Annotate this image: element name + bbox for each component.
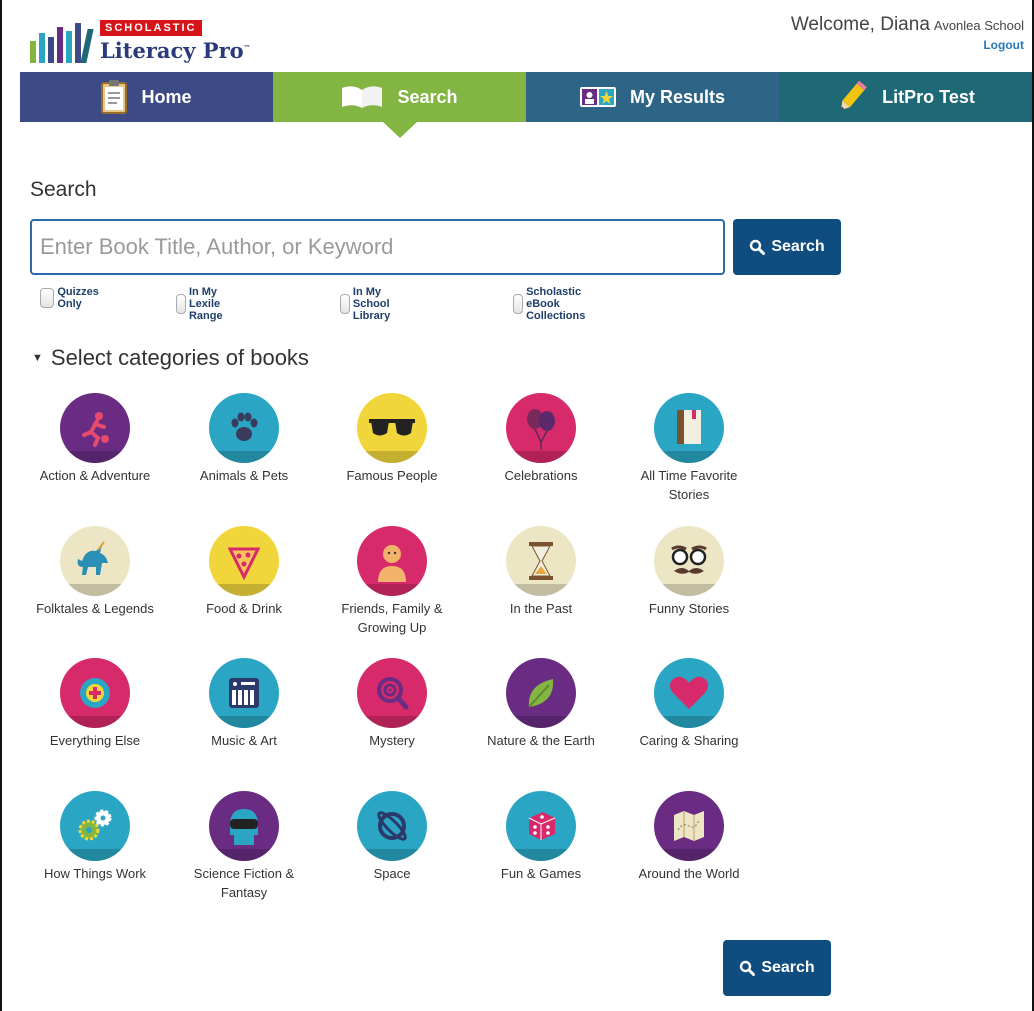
category-in-the-past[interactable]: In the Past [471, 526, 611, 618]
category-mystery[interactable]: Mystery [322, 658, 462, 750]
search-icon [739, 960, 756, 976]
planet-icon [357, 791, 427, 861]
pencil-icon [836, 80, 868, 114]
tab-my-results[interactable]: My Results [526, 72, 779, 122]
search-button-bottom[interactable]: Search [723, 940, 831, 996]
filter-lexile-range[interactable]: In My Lexile Range [176, 286, 233, 322]
results-icon [579, 87, 616, 107]
category-science-fiction-fantasy[interactable]: Science Fiction & Fantasy [174, 791, 314, 902]
category-how-things-work[interactable]: How Things Work [25, 791, 165, 883]
category-animals-pets[interactable]: Animals & Pets [174, 393, 314, 485]
search-heading: Search [30, 178, 97, 201]
category-music-art[interactable]: Music & Art [174, 658, 314, 750]
tab-home[interactable]: Home [20, 72, 273, 122]
window-border-left [0, 0, 2, 1011]
tab-search-label: Search [397, 86, 458, 107]
category-famous-people[interactable]: Famous People [322, 393, 462, 485]
clipboard-icon [101, 80, 128, 114]
hourglass-icon [506, 526, 576, 596]
category-everything-else[interactable]: Everything Else [25, 658, 165, 750]
paw-print-icon [209, 393, 279, 463]
welcome-text: Welcome, Diana [790, 14, 930, 35]
book-icon [654, 393, 724, 463]
sunglasses-icon [357, 393, 427, 463]
checkbox[interactable] [513, 294, 524, 314]
category-action-adventure[interactable]: Action & Adventure [25, 393, 165, 485]
search-button-bottom-label: Search [761, 959, 815, 976]
filter-school-library[interactable]: In My School Library [340, 286, 400, 322]
category-nature-earth[interactable]: Nature & the Earth [471, 658, 611, 750]
search-button-label: Search [771, 238, 825, 255]
plus-target-icon [60, 658, 130, 728]
category-celebrations[interactable]: Celebrations [471, 393, 611, 485]
glasses-mustache-icon [654, 526, 724, 596]
filter-ebook-collections[interactable]: Scholastic eBook Collections [513, 286, 595, 322]
user-info: Welcome, Diana Avonlea School Logout [791, 14, 1024, 52]
category-folktales-legends[interactable]: Folktales & Legends [25, 526, 165, 618]
balloons-icon [506, 393, 576, 463]
header: SCHOLASTIC Literacy Pro™ Welcome, Diana A… [20, 0, 1032, 72]
category-all-time-favorite-stories[interactable]: All Time Favorite Stories [619, 393, 759, 504]
tab-litpro-test[interactable]: LitPro Test [779, 72, 1032, 122]
open-book-icon [341, 85, 383, 109]
category-caring-sharing[interactable]: Caring & Sharing [619, 658, 759, 750]
logout-link[interactable]: Logout [791, 38, 1024, 52]
filter-quizzes-only[interactable]: Quizzes Only [40, 286, 105, 310]
unicorn-icon [60, 526, 130, 596]
dice-icon [506, 791, 576, 861]
category-friends-family[interactable]: Friends, Family & Growing Up [322, 526, 462, 637]
running-figure-icon [60, 393, 130, 463]
map-icon [654, 791, 724, 861]
category-fun-games[interactable]: Fun & Games [471, 791, 611, 883]
tab-my-results-label: My Results [629, 86, 726, 107]
category-space[interactable]: Space [322, 791, 462, 883]
heart-icon [654, 658, 724, 728]
leaf-icon [506, 658, 576, 728]
search-icon [749, 239, 766, 255]
person-icon [357, 526, 427, 596]
category-food-drink[interactable]: Food & Drink [174, 526, 314, 618]
search-input[interactable] [30, 219, 725, 275]
bookshelf-logo-icon [30, 23, 94, 63]
category-funny-stories[interactable]: Funny Stories [619, 526, 759, 618]
robot-icon [209, 791, 279, 861]
checkbox[interactable] [40, 288, 55, 308]
search-button[interactable]: Search [733, 219, 841, 275]
category-around-the-world[interactable]: Around the World [619, 791, 759, 883]
categories-heading: Select categories of books [50, 345, 309, 370]
categories-toggle[interactable]: ▼ Select categories of books [32, 345, 309, 371]
scholastic-badge: SCHOLASTIC [100, 20, 202, 36]
logo[interactable]: SCHOLASTIC Literacy Pro™ [30, 18, 251, 63]
school-name: Avonlea School [933, 18, 1024, 33]
tab-home-label: Home [141, 86, 192, 107]
product-name: Literacy Pro™ [100, 38, 251, 63]
tab-litpro-test-label: LitPro Test [882, 86, 975, 107]
caret-down-icon: ▼ [32, 352, 43, 364]
tab-search[interactable]: Search [273, 72, 526, 138]
piano-icon [209, 658, 279, 728]
magnifying-glass-icon [357, 658, 427, 728]
checkbox[interactable] [176, 294, 186, 314]
pizza-slice-icon [209, 526, 279, 596]
main-nav: Home Search My Results LitPro Test [20, 72, 1032, 138]
checkbox[interactable] [340, 294, 350, 314]
gears-icon [60, 791, 130, 861]
